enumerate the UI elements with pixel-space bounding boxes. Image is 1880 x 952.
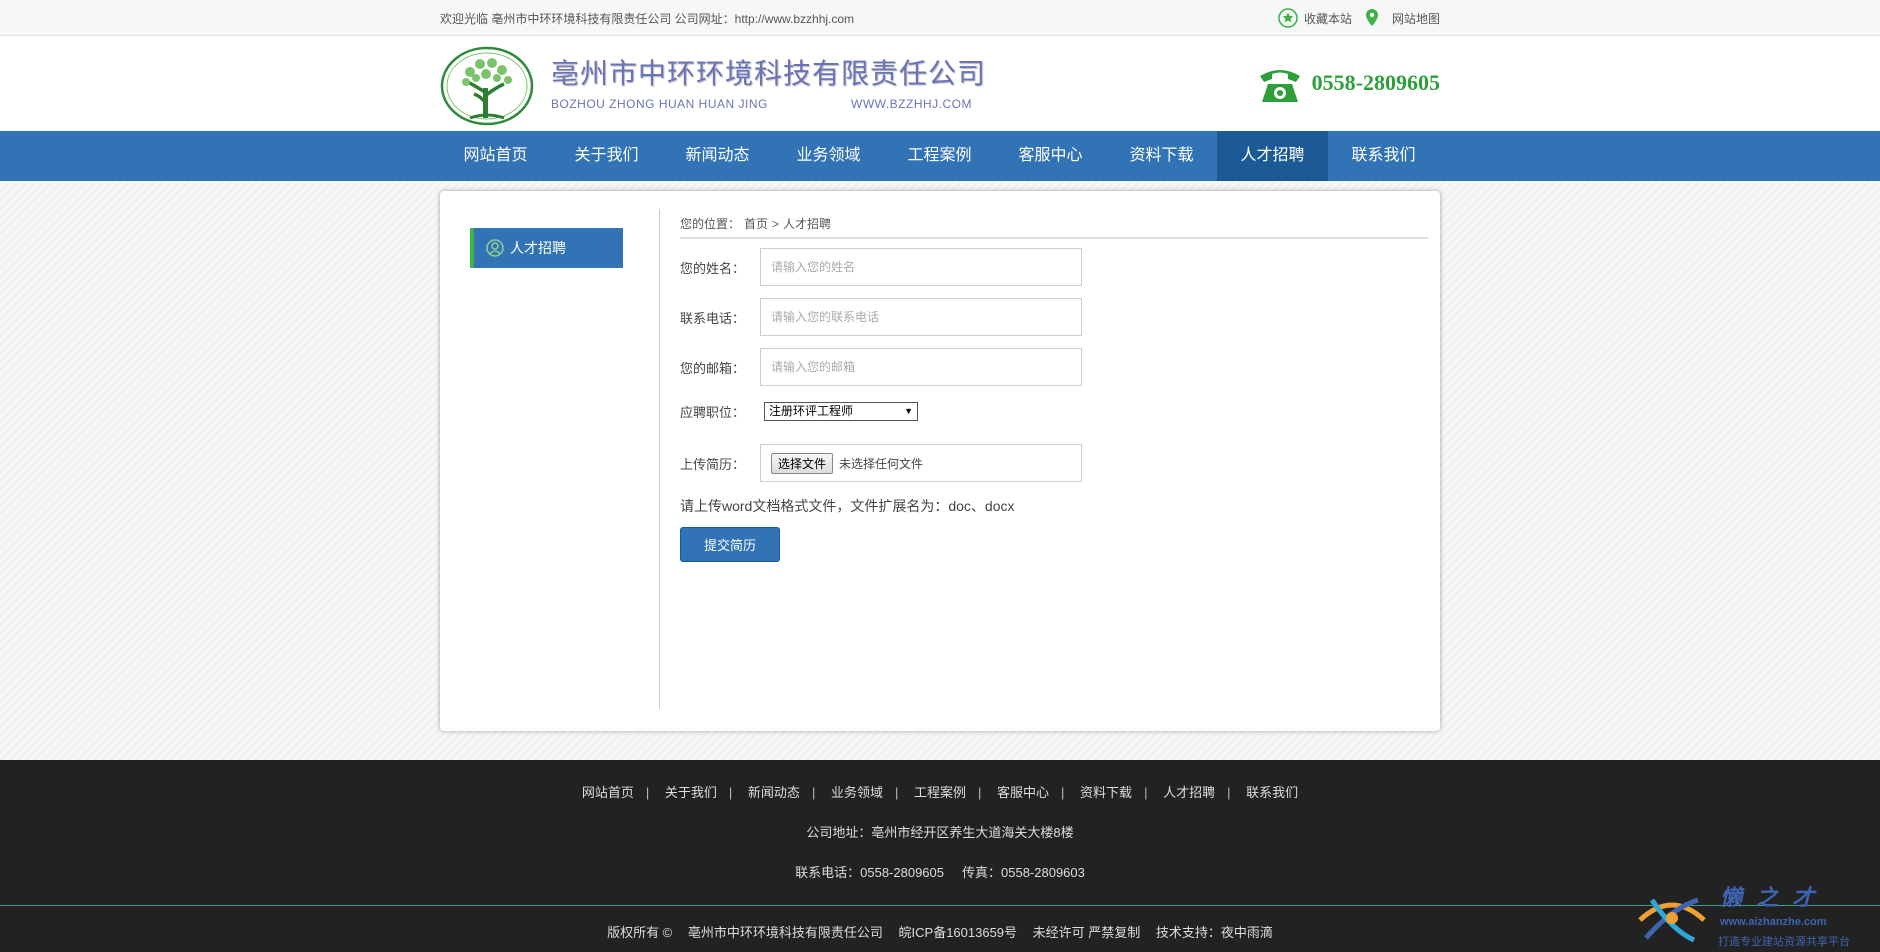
location-pin-icon [1365,9,1378,26]
footer-separator: | [645,785,650,800]
watermark-slogan: 打造专业建站资源共享平台 [1718,936,1850,948]
footer-tel: 联系电话：0558-2809605 [795,865,944,880]
company-name: 亳州市中环环境科技有限责任公司 [551,58,987,89]
nav-item-about[interactable]: 关于我们 [551,131,662,181]
footer-separator: | [1227,785,1231,800]
position-label: 应聘职位： [680,405,746,420]
footer-link-downloads[interactable]: 资料下载 [1080,785,1132,800]
copy-notice: 未经许可 严禁复制 [1032,925,1141,940]
upload-label: 上传简历： [680,456,746,472]
choose-file-button[interactable]: 选择文件 [771,452,834,474]
site-header: 亳州市中环环境科技有限责任公司 BOZHOU ZHONG HUAN HUAN J… [0,36,1880,131]
footer-separator: | [728,785,733,800]
nav-item-news[interactable]: 新闻动态 [662,131,773,181]
position-row: 应聘职位： 注册环评工程师 ▼ [680,402,918,421]
site-footer: 网站首页 | 关于我们 | 新闻动态 | 业务领域 | 工程案例 | 客服中心 | 资料下载… [0,760,1880,952]
telephone-icon [1259,70,1300,102]
name-field[interactable] [760,248,1082,286]
footer-separator: | [811,785,816,800]
nav-item-cases[interactable]: 工程案例 [884,131,995,181]
sidebar-item-jobs[interactable]: 人才招聘 [470,228,623,268]
star-icon [1278,8,1298,28]
hotline-number: 0558-2809605 [1311,70,1440,95]
footer-link-home[interactable]: 网站首页 [582,785,634,800]
position-select[interactable]: 注册环评工程师 ▼ [764,402,918,421]
breadcrumb-current: 人才招聘 [783,217,832,231]
sitemap-label: 网站地图 [1391,11,1440,26]
phone-row: 联系电话： [680,298,1082,336]
resume-upload: 选择文件 未选择任何文件 [760,444,1082,482]
sidebar-item-label: 人才招聘 [510,240,566,256]
name-label: 您的姓名： [680,260,746,276]
copyright-label: 版权所有 © [607,925,673,940]
footer-separator: | [1144,785,1148,800]
footer-link-contact[interactable]: 联系我们 [1246,785,1298,800]
watermark-title: 懒之才 [1720,885,1829,910]
hotline: 0558-2809605 [1256,62,1440,104]
breadcrumb-prefix: 您的位置： [680,217,741,231]
content-panel: 人才招聘 您的位置：首页>人才招聘 您的姓名： 联系电话： 您的邮箱： 应聘职位… [440,191,1440,731]
footer-fax: 传真：0558-2809603 [962,865,1085,880]
tree-logo-icon [440,46,534,126]
nav-item-home[interactable]: 网站首页 [440,131,551,181]
email-label: 您的邮箱： [680,360,746,376]
phone-label: 联系电话： [680,310,746,326]
tech-support: 技术支持：夜中雨滴 [1155,925,1273,940]
name-row: 您的姓名： [680,248,1082,286]
upload-row: 上传简历： 选择文件 未选择任何文件 [680,444,1082,482]
company-website: WWW.BZZHHJ.COM [851,97,972,111]
nav-item-service[interactable]: 客服中心 [995,131,1106,181]
welcome-text: 欢迎光临 亳州市中环环境科技有限责任公司 公司网址：http://www.bzz… [440,12,855,26]
email-row: 您的邮箱： [680,348,1082,386]
submit-resume-button[interactable]: 提交简历 [680,527,780,562]
nav-item-downloads[interactable]: 资料下载 [1106,131,1217,181]
top-bar: 欢迎光临 亳州市中环环境科技有限责任公司 公司网址：http://www.bzz… [0,0,1880,36]
footer-copyright: 版权所有 © 亳州市中环环境科技有限责任公司 皖ICP备16013659号 未经… [0,922,1880,941]
footer-link-jobs[interactable]: 人才招聘 [1163,785,1215,800]
nav-item-contact[interactable]: 联系我们 [1328,131,1439,181]
main-nav: 网站首页 关于我们 新闻动态 业务领域 工程案例 客服中心 资料下载 人才招聘 … [0,131,1880,181]
footer-address: 公司地址：亳州市经开区养生大道海关大楼8楼 [806,825,1074,840]
email-field[interactable] [760,348,1082,386]
sitemap-link[interactable]: 网站地图 [1364,8,1440,28]
watermark: 懒之才 www.aizhanzhe.com 打造专业建站资源共享平台 [1632,880,1872,952]
icp-number[interactable]: 皖ICP备16013659号 [899,925,1018,940]
breadcrumb: 您的位置： 首页 > 人才招聘 [680,215,1428,239]
company-english-name: BOZHOU ZHONG HUAN HUAN JING [551,97,768,111]
person-icon [486,239,504,257]
footer-link-news[interactable]: 新闻动态 [748,785,800,800]
footer-link-about[interactable]: 关于我们 [665,785,717,800]
favorite-link[interactable]: 收藏本站 [1278,8,1352,28]
column-divider [659,209,660,709]
nav-item-jobs[interactable]: 人才招聘 [1217,131,1328,181]
footer-separator: | [978,785,982,800]
copyright-company: 亳州市中环环境科技有限责任公司 [687,925,883,940]
watermark-logo-icon [1638,897,1706,943]
favorite-label: 收藏本站 [1303,11,1352,26]
footer-contact: 联系电话：0558-2809605 传真：0558-2809603 [0,862,1880,881]
footer-link-service[interactable]: 客服中心 [997,785,1049,800]
phone-field[interactable] [760,298,1082,336]
watermark-url: www.aizhanzhe.com [1720,916,1827,928]
upload-hint: 请上传word文档格式文件，文件扩展名为：doc、docx [680,498,1015,514]
footer-separator: | [894,785,899,800]
footer-link-business[interactable]: 业务领域 [831,785,883,800]
footer-separator: | [1061,785,1065,800]
breadcrumb-home[interactable]: 首页 [744,217,768,231]
dropdown-arrow-icon: ▼ [904,406,913,416]
nav-item-business[interactable]: 业务领域 [773,131,884,181]
file-status: 未选择任何文件 [839,456,924,471]
footer-link-cases[interactable]: 工程案例 [914,785,966,800]
position-select-value: 注册环评工程师 [769,404,854,418]
footer-divider [0,905,1880,906]
top-links: 收藏本站 网站地图 [1266,8,1440,28]
breadcrumb-separator: > [772,217,780,231]
footer-nav: 网站首页 | 关于我们 | 新闻动态 | 业务领域 | 工程案例 | 客服中心 | 资料下载… [0,782,1880,801]
